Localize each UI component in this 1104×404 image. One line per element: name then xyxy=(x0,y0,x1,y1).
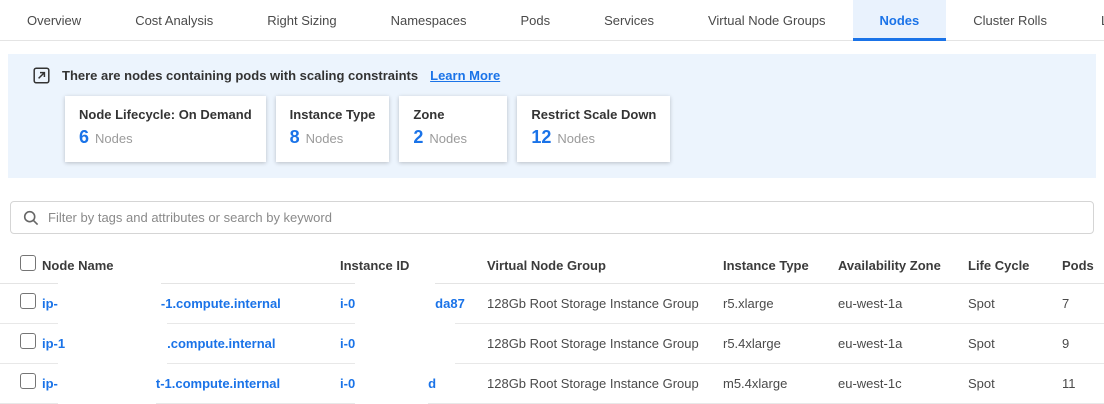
nodes-table: Node Name Instance ID Virtual Node Group… xyxy=(0,247,1104,404)
node-name-link[interactable]: ip--1.compute.internal xyxy=(42,296,281,311)
card-count: 12 xyxy=(531,127,551,147)
pods-cell: 9 xyxy=(1062,336,1104,351)
select-all-checkbox[interactable] xyxy=(20,255,36,271)
node-name-link[interactable]: ip-t-1.compute.internal xyxy=(42,376,280,391)
redaction-box xyxy=(355,363,428,404)
tab-right-sizing[interactable]: Right Sizing xyxy=(240,0,363,41)
col-node-name: Node Name xyxy=(42,258,340,273)
row-checkbox[interactable] xyxy=(20,333,36,349)
search-icon xyxy=(23,210,39,226)
life-cycle-cell: Spot xyxy=(968,376,1062,391)
tab-bar: Overview Cost Analysis Right Sizing Name… xyxy=(0,0,1104,41)
card-unit: Nodes xyxy=(306,131,344,146)
life-cycle-cell: Spot xyxy=(968,296,1062,311)
learn-more-link[interactable]: Learn More xyxy=(430,68,500,83)
virtual-node-group-cell: 128Gb Root Storage Instance Group xyxy=(487,376,723,391)
card-unit: Nodes xyxy=(557,131,595,146)
col-pods: Pods xyxy=(1062,258,1104,273)
card-title: Node Lifecycle: On Demand xyxy=(79,106,252,124)
tab-cluster-rolls[interactable]: Cluster Rolls xyxy=(946,0,1074,41)
col-instance-id: Instance ID xyxy=(340,258,487,273)
instance-id-link[interactable]: i-0 xyxy=(340,336,455,351)
redaction-box xyxy=(355,323,455,367)
instance-type-cell: r5.xlarge xyxy=(723,296,838,311)
card-count: 6 xyxy=(79,127,89,147)
card-count: 2 xyxy=(413,127,423,147)
table-row: ip-1.compute.internal i-0 128Gb Root Sto… xyxy=(0,324,1104,364)
col-instance-type: Instance Type xyxy=(723,258,838,273)
instance-type-cell: m5.4xlarge xyxy=(723,376,838,391)
filter-bar xyxy=(10,201,1094,234)
card-restrict-scale-down[interactable]: Restrict Scale Down 12 Nodes xyxy=(517,96,670,162)
card-node-lifecycle[interactable]: Node Lifecycle: On Demand 6 Nodes xyxy=(65,96,266,162)
virtual-node-group-cell: 128Gb Root Storage Instance Group xyxy=(487,296,723,311)
node-name-link[interactable]: ip-1.compute.internal xyxy=(42,336,275,351)
card-zone[interactable]: Zone 2 Nodes xyxy=(399,96,507,162)
expand-arrow-icon xyxy=(33,67,50,84)
redaction-box xyxy=(58,363,156,404)
instance-type-cell: r5.4xlarge xyxy=(723,336,838,351)
redaction-box xyxy=(65,323,167,367)
availability-zone-cell: eu-west-1a xyxy=(838,296,968,311)
card-unit: Nodes xyxy=(429,131,467,146)
tab-namespaces[interactable]: Namespaces xyxy=(364,0,494,41)
redaction-box xyxy=(355,283,435,327)
tab-pods[interactable]: Pods xyxy=(493,0,577,41)
col-life-cycle: Life Cycle xyxy=(968,258,1062,273)
search-input[interactable] xyxy=(48,210,1081,225)
constraint-cards: Node Lifecycle: On Demand 6 Nodes Instanc… xyxy=(65,96,1080,162)
life-cycle-cell: Spot xyxy=(968,336,1062,351)
row-checkbox[interactable] xyxy=(20,293,36,309)
tab-log[interactable]: Log xyxy=(1074,0,1104,41)
availability-zone-cell: eu-west-1c xyxy=(838,376,968,391)
table-header: Node Name Instance ID Virtual Node Group… xyxy=(0,247,1104,284)
col-virtual-node-group: Virtual Node Group xyxy=(487,258,723,273)
banner-message: There are nodes containing pods with sca… xyxy=(62,68,418,83)
card-count: 8 xyxy=(290,127,300,147)
card-unit: Nodes xyxy=(95,131,133,146)
availability-zone-cell: eu-west-1a xyxy=(838,336,968,351)
instance-id-link[interactable]: i-0da87 xyxy=(340,296,465,311)
card-title: Zone xyxy=(413,106,493,124)
pods-cell: 11 xyxy=(1062,376,1104,391)
scaling-constraints-banner: There are nodes containing pods with sca… xyxy=(8,54,1096,178)
virtual-node-group-cell: 128Gb Root Storage Instance Group xyxy=(487,336,723,351)
card-title: Restrict Scale Down xyxy=(531,106,656,124)
col-availability-zone: Availability Zone xyxy=(838,258,968,273)
card-title: Instance Type xyxy=(290,106,376,124)
tab-overview[interactable]: Overview xyxy=(0,0,108,41)
tab-services[interactable]: Services xyxy=(577,0,681,41)
table-row: ip--1.compute.internal i-0da87 128Gb Roo… xyxy=(0,284,1104,324)
redaction-box xyxy=(58,283,161,327)
tab-virtual-node-groups[interactable]: Virtual Node Groups xyxy=(681,0,853,41)
table-row: ip-t-1.compute.internal i-0d 128Gb Root … xyxy=(0,364,1104,404)
tab-cost-analysis[interactable]: Cost Analysis xyxy=(108,0,240,41)
tab-nodes[interactable]: Nodes xyxy=(853,0,947,41)
row-checkbox[interactable] xyxy=(20,373,36,389)
instance-id-link[interactable]: i-0d xyxy=(340,376,436,391)
pods-cell: 7 xyxy=(1062,296,1104,311)
card-instance-type[interactable]: Instance Type 8 Nodes xyxy=(276,96,390,162)
